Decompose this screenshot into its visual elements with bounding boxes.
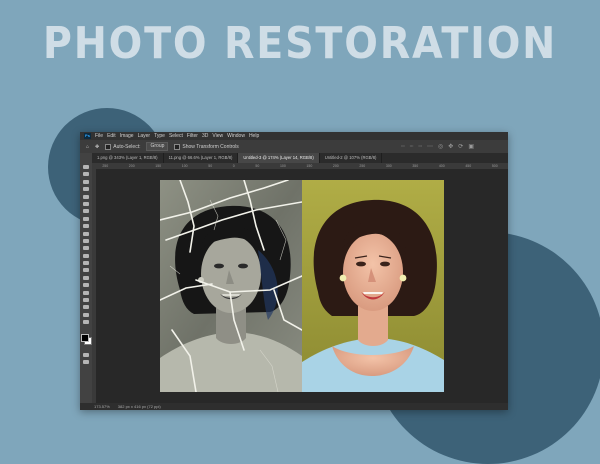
ruler-tick: 350 <box>412 164 419 168</box>
zoom-tool-icon[interactable] <box>83 312 89 317</box>
eyedropper-tool-icon[interactable] <box>83 209 89 214</box>
menu-view[interactable]: View <box>212 133 223 139</box>
tab-document-4[interactable]: Untitled-2 @ 107% (RGB/8) <box>320 153 383 163</box>
auto-select-checkbox[interactable]: Auto-Select: <box>105 143 140 150</box>
blur-tool-icon[interactable] <box>83 261 89 266</box>
3d-mode-icon[interactable]: ◎ <box>438 143 443 150</box>
ruler-tick: 250 <box>102 164 109 168</box>
ruler-tick: 100 <box>279 164 286 168</box>
more-options-icon[interactable]: ⋯ <box>427 143 433 150</box>
menu-bar: Ps File Edit Image Layer Type Select Fil… <box>80 132 508 140</box>
menu-3d[interactable]: 3D <box>202 133 208 139</box>
ruler-tick: 0 <box>232 164 235 168</box>
marquee-tool-icon[interactable] <box>83 172 89 177</box>
menu-filter[interactable]: Filter <box>187 133 198 139</box>
ruler-tick: 200 <box>128 164 135 168</box>
ruler-tick: 100 <box>181 164 188 168</box>
menu-layer[interactable]: Layer <box>138 133 151 139</box>
eraser-tool-icon[interactable] <box>83 246 89 251</box>
ruler-tick: 500 <box>491 164 498 168</box>
quick-select-tool-icon[interactable] <box>83 187 89 192</box>
menu-image[interactable]: Image <box>120 133 134 139</box>
ruler-tick: 250 <box>359 164 366 168</box>
menu-select[interactable]: Select <box>169 133 183 139</box>
path-selection-tool-icon[interactable] <box>83 290 89 295</box>
ruler-tick: 50 <box>208 164 213 168</box>
menu-type[interactable]: Type <box>154 133 165 139</box>
dodge-tool-icon[interactable] <box>83 268 89 273</box>
ruler-tick: 450 <box>465 164 472 168</box>
healing-brush-tool-icon[interactable] <box>83 216 89 221</box>
gradient-tool-icon[interactable] <box>83 253 89 258</box>
frame-tool-icon[interactable] <box>83 201 89 206</box>
more-tools-icon[interactable] <box>83 320 89 325</box>
align-icons: ┄ ┄ ┄ ⋯ ◎ ✥ ⟳ ▣ <box>401 143 474 150</box>
lasso-tool-icon[interactable] <box>83 179 89 184</box>
history-brush-tool-icon[interactable] <box>83 238 89 243</box>
align-right-icon[interactable]: ┄ <box>418 143 422 150</box>
layer-select-dropdown[interactable]: Group <box>146 142 169 151</box>
brush-tool-icon[interactable] <box>83 224 89 229</box>
ruler-tick: 150 <box>155 164 162 168</box>
camera-icon[interactable]: ▣ <box>468 143 474 150</box>
menu-window[interactable]: Window <box>227 133 245 139</box>
hand-tool-icon[interactable] <box>83 305 89 310</box>
type-tool-icon[interactable] <box>83 283 89 288</box>
ruler-tick: 150 <box>306 164 313 168</box>
photoshop-logo-icon: Ps <box>84 133 91 139</box>
menu-help[interactable]: Help <box>249 133 259 139</box>
tools-panel <box>80 153 92 410</box>
foreground-color-swatch[interactable] <box>81 333 89 342</box>
move-tool-icon[interactable]: ✥ <box>95 144 99 150</box>
zoom-level[interactable]: 173.57% <box>94 404 110 409</box>
align-left-icon[interactable]: ┄ <box>401 143 405 150</box>
document-size[interactable]: 382 px x 416 px (72 ppi) <box>118 404 161 409</box>
quick-mask-icon[interactable] <box>83 352 89 357</box>
align-center-icon[interactable]: ┄ <box>410 143 414 150</box>
document-canvas[interactable] <box>160 180 444 392</box>
rectangle-tool-icon[interactable] <box>83 298 89 303</box>
status-bar: 173.57% 382 px x 416 px (72 ppi) <box>80 403 508 410</box>
ruler-tick: 50 <box>255 164 260 168</box>
screen-mode-icon[interactable] <box>83 360 89 365</box>
transform-controls-checkbox[interactable]: Show Transform Controls <box>174 143 239 150</box>
after-photo <box>302 180 444 392</box>
rotate-icon[interactable]: ⟳ <box>458 143 463 150</box>
color-swatches[interactable] <box>81 333 92 345</box>
pan-icon[interactable]: ✥ <box>448 143 453 150</box>
crop-tool-icon[interactable] <box>83 194 89 199</box>
tab-document-1[interactable]: 1.png @ 343% (Layer 1, RGB/8) <box>92 153 164 163</box>
canvas-area[interactable] <box>96 169 508 403</box>
options-bar: ⌂ ✥ Auto-Select: Group Show Transform Co… <box>80 140 508 153</box>
move-tool-icon[interactable] <box>83 165 89 169</box>
before-photo <box>160 180 302 392</box>
photoshop-window: Ps File Edit Image Layer Type Select Fil… <box>80 132 508 410</box>
page-headline: PHOTO RESTORATION <box>42 18 558 69</box>
home-icon[interactable]: ⌂ <box>86 144 89 150</box>
ruler-tick: 400 <box>438 164 445 168</box>
ruler-tick: 300 <box>385 164 392 168</box>
menu-file[interactable]: File <box>95 133 103 139</box>
ruler-tick: 200 <box>332 164 339 168</box>
clone-stamp-tool-icon[interactable] <box>83 231 89 236</box>
document-tabs: 1.png @ 343% (Layer 1, RGB/8) 11.png @ 6… <box>92 153 508 163</box>
menu-edit[interactable]: Edit <box>107 133 116 139</box>
tab-document-3[interactable]: Untitled-3 @ 174% (Layer 14, RGB/8) <box>238 153 320 163</box>
tab-document-2[interactable]: 11.png @ 66.6% (Layer 1, RGB/8) <box>164 153 239 163</box>
pen-tool-icon[interactable] <box>83 275 89 280</box>
